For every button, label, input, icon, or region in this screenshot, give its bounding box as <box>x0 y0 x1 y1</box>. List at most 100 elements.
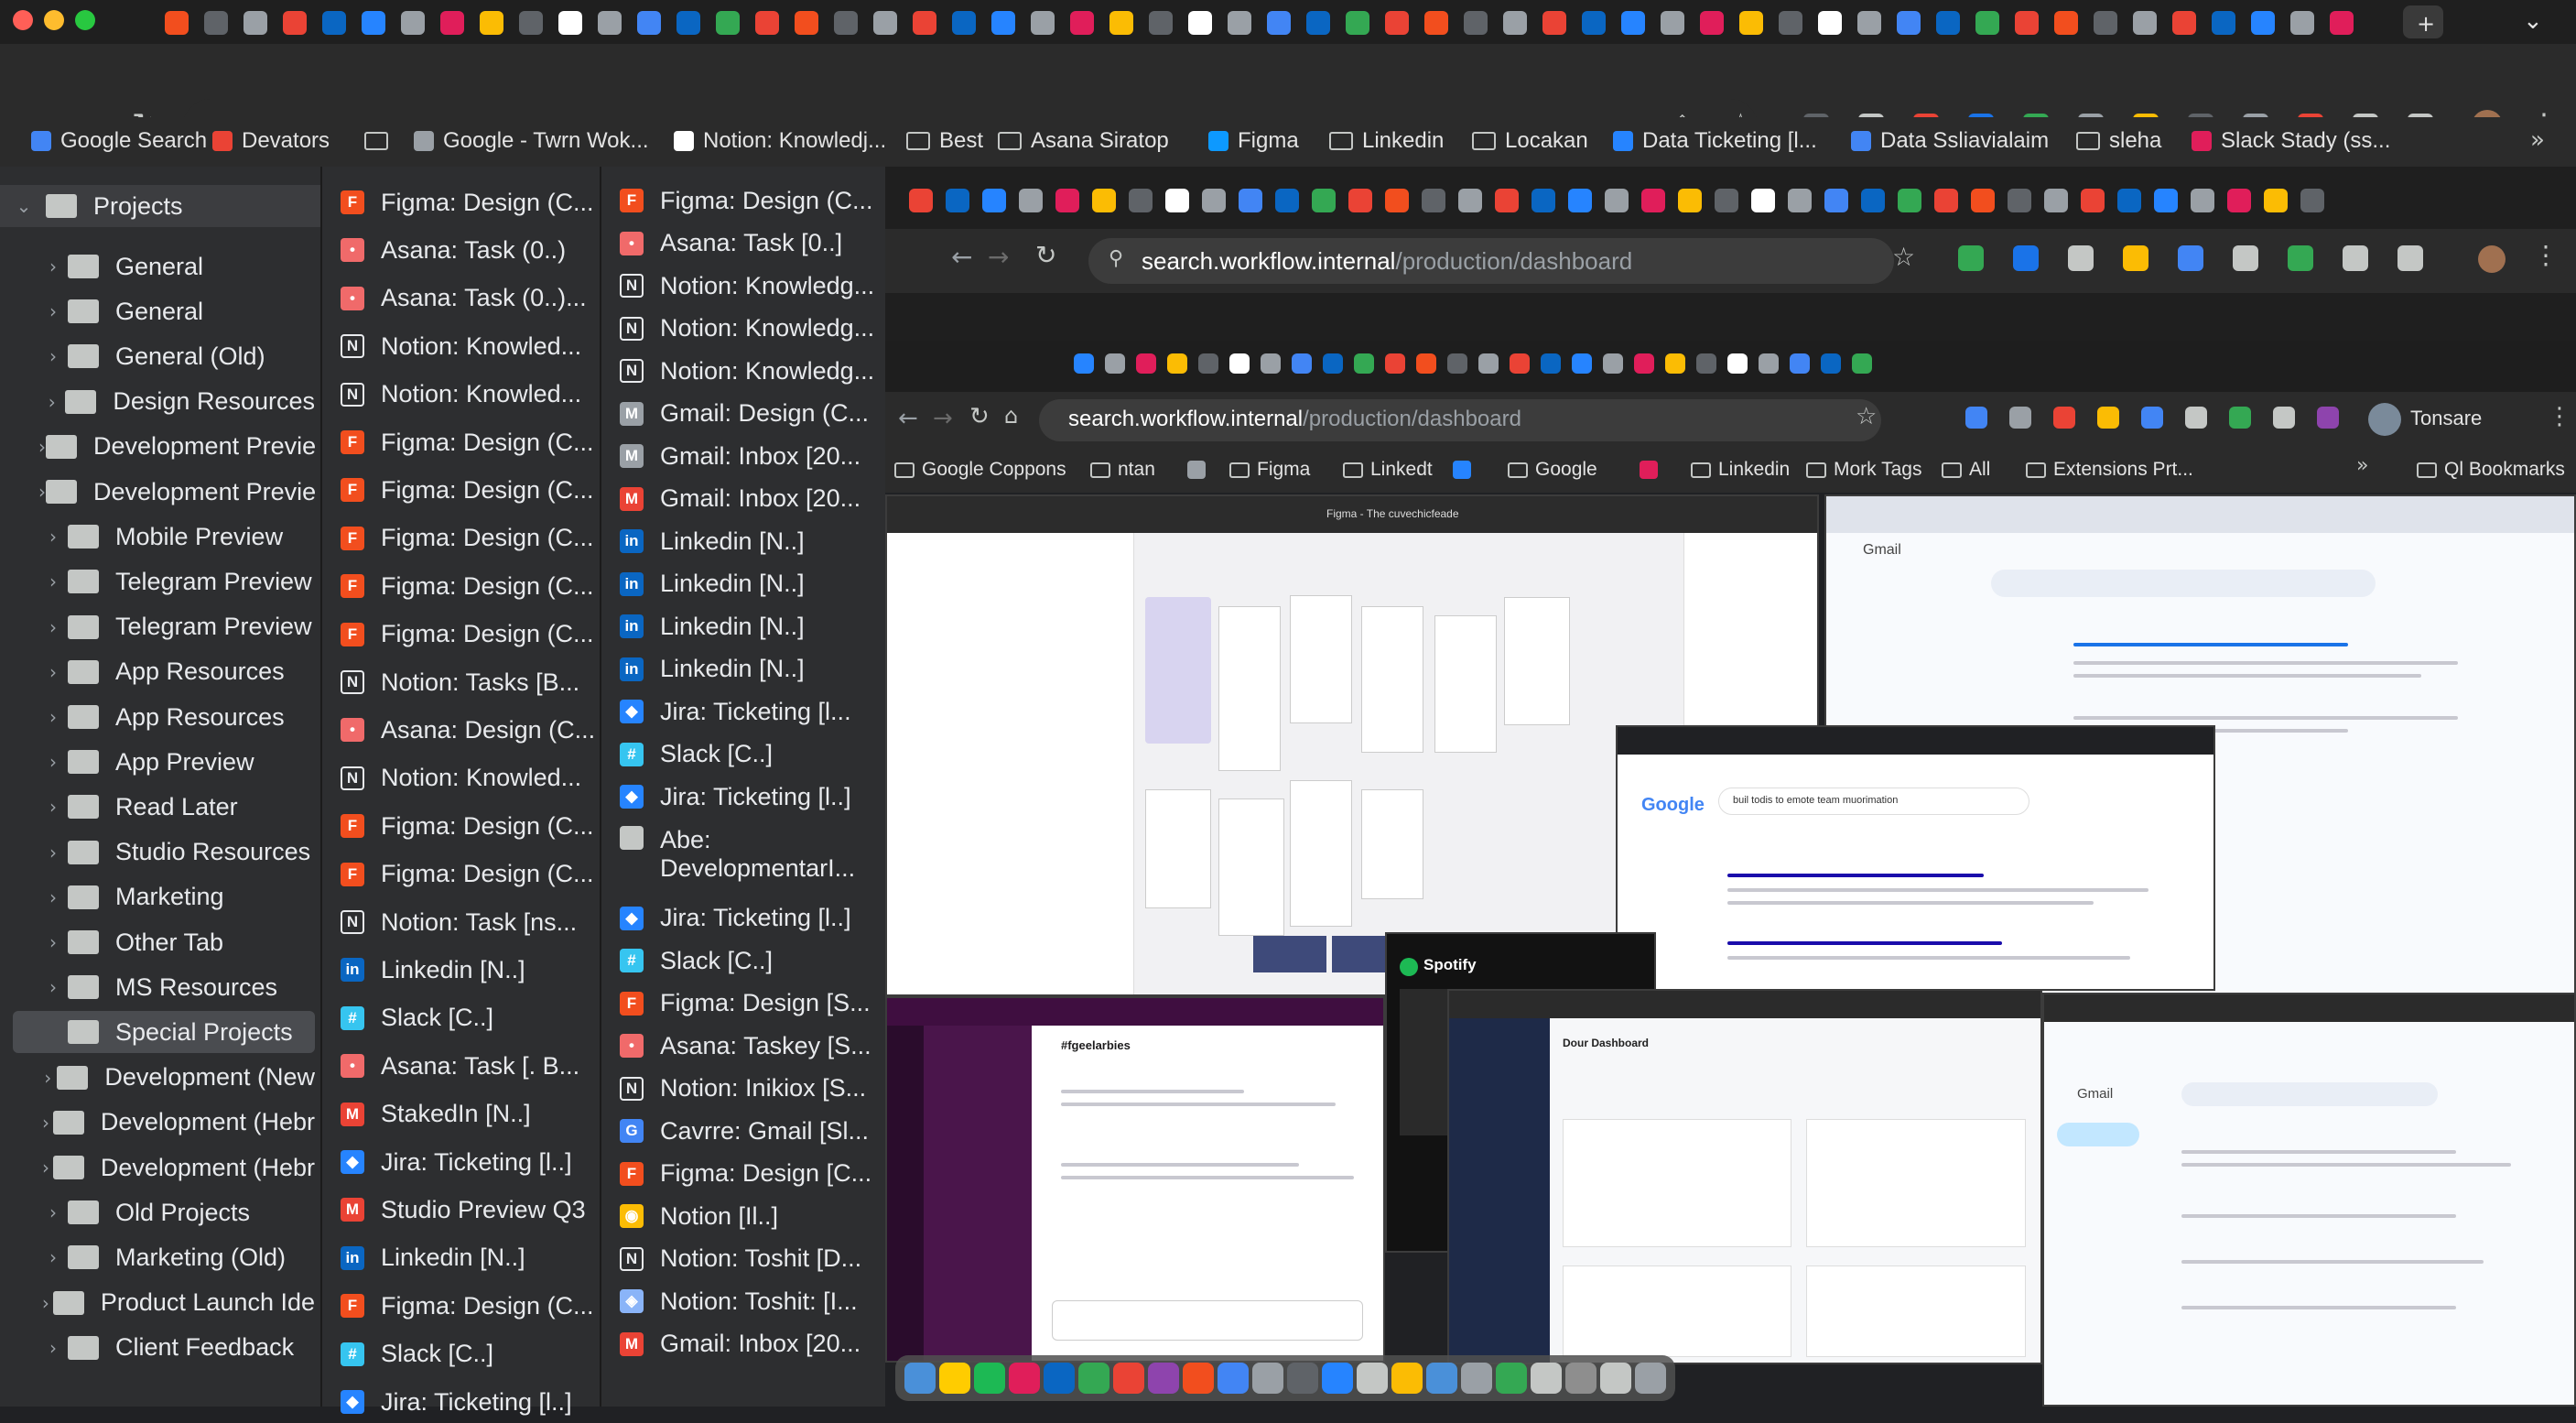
folder-item[interactable]: › Client Feedback <box>13 1327 315 1369</box>
tab-favicon[interactable] <box>1458 189 1482 212</box>
tab-search-icon[interactable]: ⌄ <box>2523 7 2543 35</box>
tab-favicon[interactable] <box>2015 11 2039 35</box>
tab-favicon[interactable] <box>1149 11 1173 35</box>
tab-favicon[interactable] <box>1572 353 1592 374</box>
extension-icon[interactable] <box>2343 245 2368 271</box>
gmail-inbox-thumbnail[interactable]: Gmail <box>2042 993 2576 1407</box>
extension-icon[interactable] <box>2233 245 2258 271</box>
tab-list-item[interactable]: F Figma: Design (C... <box>341 853 598 896</box>
tab-favicon[interactable] <box>1696 353 1716 374</box>
tab-list-item[interactable]: in Linkedin [N..] <box>341 949 598 991</box>
bookmark-item[interactable]: Data Ssliavialaim <box>1851 125 2049 158</box>
extension-icon[interactable] <box>2009 407 2031 429</box>
tab-favicon[interactable] <box>1898 189 1921 212</box>
tab-favicon[interactable] <box>1447 353 1467 374</box>
dock-app-icon[interactable] <box>1044 1363 1075 1394</box>
tab-favicon[interactable] <box>2044 189 2068 212</box>
dock-app-icon[interactable] <box>1461 1363 1492 1394</box>
tab-list-item[interactable]: M Gmail: Inbox [20... <box>620 435 883 477</box>
tab-favicon[interactable] <box>755 11 779 35</box>
bookmark-star-icon[interactable]: ☆ <box>1892 242 1915 272</box>
tab-favicon[interactable] <box>1031 11 1055 35</box>
all-bookmarks[interactable]: Ql Bookmarks <box>2417 454 2565 485</box>
tab-list-item[interactable]: in Linkedin [N..] <box>620 563 883 605</box>
tab-list-item[interactable]: F Figma: Design [C... <box>620 1153 883 1195</box>
tab-favicon[interactable] <box>1416 353 1436 374</box>
tab-list-item[interactable]: F Figma: Design (C... <box>341 181 598 223</box>
profile-label[interactable]: Tonsare <box>2410 407 2482 430</box>
dock-app-icon[interactable] <box>1426 1363 1457 1394</box>
tab-list-item[interactable]: in Linkedin [N..] <box>620 605 883 647</box>
tab-list-item[interactable]: F Figma: Design (C... <box>341 565 598 607</box>
tab-list-item[interactable]: M Gmail: Inbox [20... <box>620 1323 883 1365</box>
folder-item[interactable]: › General (Old) <box>13 335 315 377</box>
dock-app-icon[interactable] <box>1252 1363 1283 1394</box>
tab-list-item[interactable]: F Figma: Design [S... <box>620 983 883 1025</box>
tab-favicon[interactable] <box>952 11 976 35</box>
dock-app-icon[interactable] <box>1357 1363 1388 1394</box>
tab-favicon[interactable] <box>2094 11 2117 35</box>
forward-arrow-icon[interactable]: → <box>988 242 1009 272</box>
folder-item[interactable]: › Telegram Preview <box>13 560 315 603</box>
bookmark-star-icon[interactable]: ☆ <box>1856 403 1877 430</box>
tab-favicon[interactable] <box>1700 11 1724 35</box>
tab-favicon[interactable] <box>283 11 307 35</box>
tab-list-item[interactable]: F Figma: Design (C... <box>341 805 598 847</box>
tab-list-item[interactable]: ◆ Jira: Ticketing [l... <box>620 690 883 733</box>
tab-favicon[interactable] <box>1292 353 1312 374</box>
tab-favicon[interactable] <box>1346 11 1369 35</box>
tab-favicon[interactable] <box>834 11 858 35</box>
bookmark-item[interactable] <box>1453 454 1478 485</box>
bookmark-item[interactable]: Extensions Prt... <box>2026 454 2193 485</box>
extension-icon[interactable] <box>2068 245 2094 271</box>
dock-app-icon[interactable] <box>1391 1363 1423 1394</box>
tab-list-item[interactable]: Abe: DevelopmentarI... <box>620 819 883 892</box>
zoom-window-button[interactable] <box>75 10 95 30</box>
extension-icon[interactable] <box>2317 407 2339 429</box>
tab-list-item[interactable]: ◈ Notion: Toshit: [I... <box>620 1280 883 1322</box>
tab-favicon[interactable] <box>1348 189 1372 212</box>
new-tab-icon[interactable]: + <box>2417 11 2435 37</box>
tab-favicon[interactable] <box>1661 11 1684 35</box>
tab-favicon[interactable] <box>991 11 1015 35</box>
bookmark-item[interactable]: Asana Siratop <box>998 125 1169 158</box>
dock-app-icon[interactable] <box>1148 1363 1179 1394</box>
extension-icon[interactable] <box>2288 245 2313 271</box>
tab-favicon[interactable] <box>1621 11 1645 35</box>
tab-favicon[interactable] <box>2133 11 2157 35</box>
bookmark-item[interactable]: Figma <box>1208 125 1299 158</box>
tab-favicon[interactable] <box>1312 189 1336 212</box>
bookmarks-overflow-icon[interactable]: » <box>2530 126 2545 154</box>
tab-favicon[interactable] <box>1897 11 1921 35</box>
forward-arrow-icon[interactable]: → <box>933 405 953 432</box>
tab-favicon[interactable] <box>1634 353 1654 374</box>
dock-app-icon[interactable] <box>904 1363 936 1394</box>
bookmark-item[interactable] <box>364 125 397 158</box>
tab-favicon[interactable] <box>1603 353 1623 374</box>
tab-favicon[interactable] <box>1541 353 1561 374</box>
extension-icon[interactable] <box>2229 407 2251 429</box>
tab-favicon[interactable] <box>1070 11 1094 35</box>
tab-favicon[interactable] <box>2290 11 2314 35</box>
folder-item[interactable]: Special Projects <box>13 1011 315 1054</box>
tab-list-item[interactable]: M Studio Preview Q3 <box>341 1189 598 1231</box>
tab-favicon[interactable] <box>401 11 425 35</box>
bookmark-item[interactable]: Figma <box>1229 454 1310 485</box>
tab-list-item[interactable]: N Notion: Task [ns... <box>341 901 598 943</box>
tab-favicon[interactable] <box>1055 189 1079 212</box>
tab-favicon[interactable] <box>2154 189 2178 212</box>
folder-item[interactable]: › Design Resources <box>13 381 315 423</box>
tab-list-item[interactable]: M Gmail: Inbox [20... <box>620 478 883 520</box>
bookmark-item[interactable]: Slack Stady (ss... <box>2192 125 2390 158</box>
folder-item[interactable]: › Marketing <box>13 876 315 918</box>
tab-list-item[interactable]: N Notion: Toshit [D... <box>620 1238 883 1280</box>
tab-favicon[interactable] <box>322 11 346 35</box>
extension-icon[interactable] <box>2123 245 2148 271</box>
extension-icon[interactable] <box>1958 245 1984 271</box>
tab-favicon[interactable] <box>1759 353 1779 374</box>
folder-item[interactable]: › Other Tab <box>13 921 315 963</box>
dock-app-icon[interactable] <box>1009 1363 1040 1394</box>
avatar[interactable] <box>2478 245 2506 273</box>
tab-favicon[interactable] <box>1228 11 1251 35</box>
tab-list-item[interactable]: # Slack [C..] <box>620 940 883 982</box>
